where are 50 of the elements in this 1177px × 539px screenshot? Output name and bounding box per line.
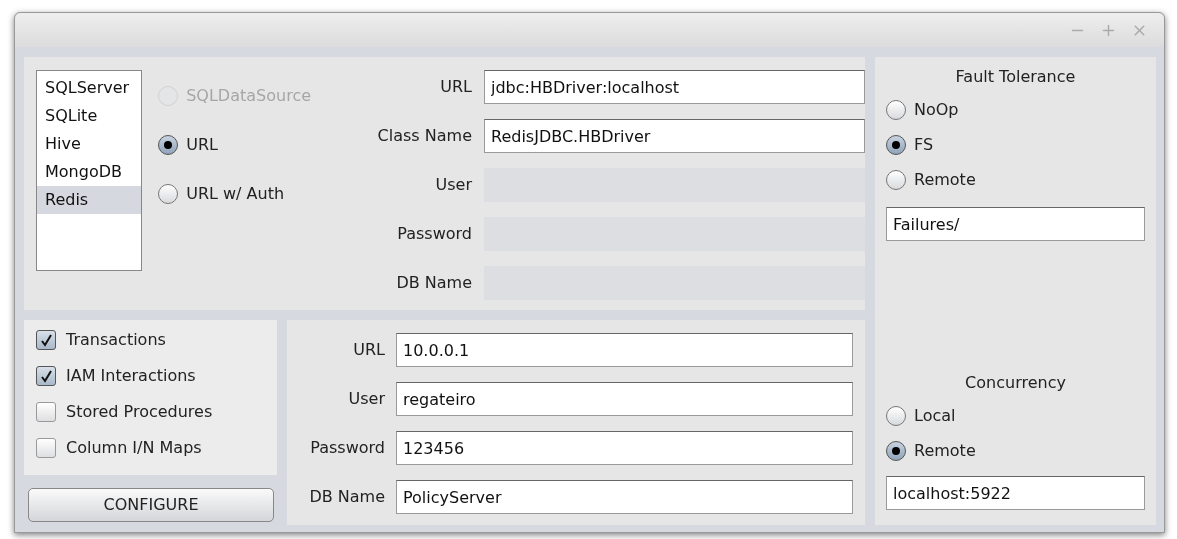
section-title: Fault Tolerance bbox=[954, 67, 1077, 87]
checkbox-label: Transactions bbox=[66, 329, 166, 351]
list-item[interactable]: MongoDB bbox=[37, 158, 142, 186]
field-label: URL bbox=[439, 76, 472, 98]
text-field[interactable]: 123456 bbox=[396, 431, 853, 465]
radio-button[interactable] bbox=[158, 134, 179, 155]
radio-button[interactable] bbox=[158, 183, 179, 204]
check-icon bbox=[39, 369, 53, 383]
checkbox-label: IAM Interactions bbox=[66, 365, 196, 387]
radio-label: NoOp bbox=[914, 98, 959, 121]
text-field[interactable]: jdbc:HBDriver:localhost bbox=[484, 70, 865, 104]
checkbox[interactable] bbox=[36, 330, 56, 350]
checkbox[interactable] bbox=[36, 402, 56, 422]
radio-button[interactable] bbox=[886, 99, 906, 120]
field-label: URL bbox=[352, 339, 385, 361]
field-label: User bbox=[347, 388, 385, 410]
radio-label: Local bbox=[914, 404, 956, 427]
text-field[interactable]: Failures/ bbox=[886, 207, 1145, 241]
field-label: DB Name bbox=[395, 272, 472, 294]
field-label: DB Name bbox=[308, 486, 385, 508]
radio-button[interactable] bbox=[886, 405, 906, 426]
text-field[interactable]: regateiro bbox=[396, 382, 853, 416]
field-label: Class Name bbox=[376, 125, 472, 147]
checkbox-label: Stored Procedures bbox=[66, 401, 213, 423]
checkbox[interactable] bbox=[36, 366, 56, 386]
radio-button[interactable] bbox=[886, 134, 906, 155]
radio-label: FS bbox=[914, 133, 934, 156]
radio-label: URL bbox=[186, 133, 218, 156]
radio-label: Remote bbox=[914, 168, 976, 191]
section-title: Concurrency bbox=[964, 373, 1067, 393]
checkbox[interactable] bbox=[36, 438, 56, 458]
text-field[interactable]: RedisJDBC.HBDriver bbox=[484, 119, 865, 153]
field-label: User bbox=[434, 174, 472, 196]
radio-label: SQLDataSource bbox=[186, 84, 312, 107]
configure-button[interactable]: CONFIGURE bbox=[28, 488, 274, 522]
text-field[interactable]: localhost:5922 bbox=[886, 476, 1145, 510]
list-item[interactable]: SQLServer bbox=[37, 74, 142, 102]
checkbox-label: Column I/N Maps bbox=[66, 437, 202, 459]
text-field[interactable]: 10.0.0.1 bbox=[396, 333, 853, 367]
radio-button[interactable] bbox=[886, 440, 906, 461]
list-item[interactable]: Hive bbox=[37, 130, 142, 158]
text-field[interactable]: PolicyServer bbox=[396, 480, 853, 514]
radio-label: Remote bbox=[914, 439, 976, 462]
radio-label: URL w/ Auth bbox=[186, 182, 285, 205]
radio-button[interactable] bbox=[886, 169, 906, 190]
list-item[interactable]: SQLite bbox=[37, 102, 142, 130]
list-item[interactable]: Redis bbox=[37, 186, 142, 214]
field-label: Password bbox=[396, 223, 472, 245]
field-label: Password bbox=[309, 437, 385, 459]
check-icon bbox=[39, 333, 53, 347]
